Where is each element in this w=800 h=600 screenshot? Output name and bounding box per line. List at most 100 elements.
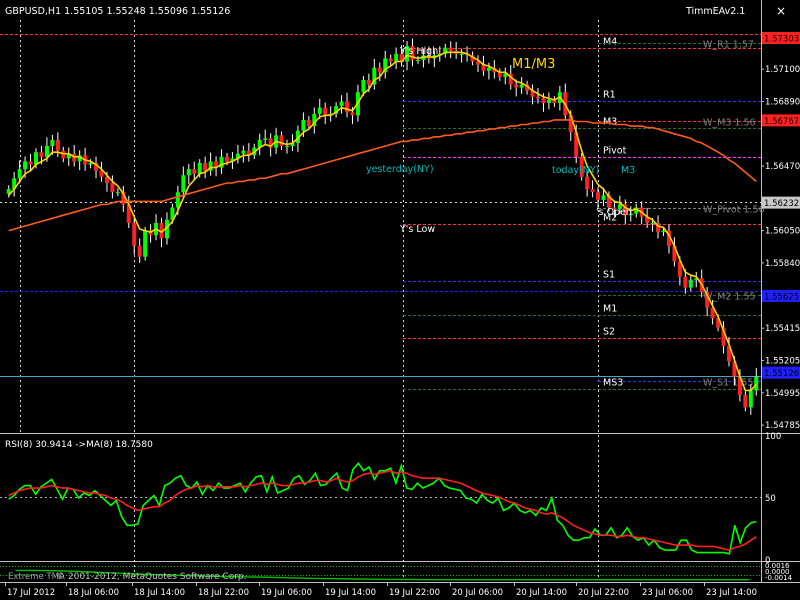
price-tick-label: 1.55415: [765, 324, 800, 334]
candle-body: [186, 169, 191, 176]
candle-body: [585, 176, 590, 190]
pivot-level-label: M1: [603, 304, 617, 315]
time-tick-label: 19 Jul 06:00: [261, 588, 312, 598]
candle-body: [241, 150, 246, 154]
candle-body: [285, 146, 290, 148]
trading-chart-window: M4 W_R1 1.57 R1 W_M3 1.56 M3 Pivot W_Pivot 1.5…: [0, 0, 800, 600]
candle-body: [514, 84, 519, 88]
rsi-tick-label: 50: [765, 494, 776, 504]
candle-body: [486, 67, 491, 71]
fast-ma-line: [8, 51, 757, 392]
time-tick-label: 18 Jul 14:00: [134, 588, 185, 598]
time-tick-label: 18 Jul 22:00: [198, 588, 249, 598]
pivot-level-label: S2: [603, 327, 615, 338]
candle-body: [323, 107, 328, 116]
pivot-level-label: W_S1 1.55: [703, 378, 753, 389]
pivot-level-label: R1: [603, 90, 616, 101]
candle-body: [192, 169, 197, 174]
candle-body: [617, 204, 622, 210]
rsi-line: [8, 462, 757, 555]
candle-body: [377, 67, 382, 73]
rsi-tick-label: 100: [765, 432, 781, 442]
candle-body: [28, 161, 33, 165]
candle-body: [197, 162, 202, 174]
price-tick-label: 1.54785: [765, 421, 800, 431]
pivot-level-label: M3: [603, 117, 617, 128]
pivot-level-label: S1: [603, 270, 615, 281]
candle-body: [388, 58, 393, 62]
pivot-level-label: W_Pivot 1.56: [703, 205, 765, 216]
candle-body: [88, 162, 93, 165]
price-tag-label: 1.57303: [764, 34, 799, 44]
candle-body: [34, 152, 39, 165]
candle-body: [596, 192, 601, 200]
candle-body: [650, 222, 655, 224]
candle-body: [44, 146, 49, 157]
pivot-level-label: W_R1 1.57: [703, 40, 754, 51]
candle-body: [345, 101, 350, 113]
candle-body: [519, 84, 524, 88]
candle-body: [203, 162, 208, 171]
candle-body: [628, 213, 633, 216]
candle-body: [688, 279, 693, 288]
candle-body: [306, 119, 311, 127]
candle-body: [350, 112, 355, 116]
candle-body: [748, 390, 753, 408]
price-tick-label: 1.56050: [765, 227, 800, 237]
candle-body: [23, 161, 28, 170]
close-icon[interactable]: ×: [776, 4, 786, 18]
price-tag-label: 1.56232: [764, 199, 799, 209]
candle-body: [279, 135, 284, 147]
price-tick-label: 1.55840: [765, 259, 800, 269]
candle-body: [61, 150, 66, 159]
candle-body: [612, 207, 617, 210]
time-tick-label: 19 Jul 22:00: [389, 588, 440, 598]
time-tick-label: 17 Jul 2012: [7, 588, 55, 598]
pivot-level-label: M2: [603, 213, 617, 224]
time-tick-label: 23 Jul 14:00: [706, 588, 757, 598]
candle-body: [394, 53, 399, 62]
candle-body: [115, 192, 120, 194]
candle-body: [263, 138, 268, 140]
candle-body: [459, 53, 464, 55]
chart-canvas[interactable]: M4 W_R1 1.57 R1 W_M3 1.56 M3 Pivot W_Pivot 1.5…: [0, 0, 800, 600]
candle-body: [754, 376, 759, 391]
candle-body: [405, 46, 410, 62]
candle-body: [683, 276, 688, 288]
candle-body: [224, 156, 229, 162]
candle-body: [448, 47, 453, 51]
candle-body: [546, 99, 551, 104]
pivot-level-label: W_M3 1.56: [703, 118, 756, 129]
candle-body: [317, 107, 322, 114]
candle-body: [366, 79, 371, 85]
time-tick-label: 20 Jul 22:00: [578, 588, 629, 598]
candle-body: [175, 192, 180, 208]
price-tick-label: 1.57100: [765, 65, 800, 75]
price-tick-label: 1.55205: [765, 357, 800, 367]
time-tick-label: 20 Jul 14:00: [516, 588, 567, 598]
pivot-level-label: M4: [603, 37, 617, 48]
pivot-level-label: Pivot: [603, 146, 627, 157]
candle-body: [17, 169, 22, 179]
candle-body: [541, 98, 546, 104]
pivot-level-label: MS3: [603, 378, 623, 389]
candle-body: [579, 156, 584, 177]
price-tag-label: 1.56767: [764, 117, 799, 127]
rsi-ma-line: [8, 469, 757, 551]
tma-tick-label: -0.0014: [765, 574, 793, 582]
time-tick-label: 18 Jul 06:00: [68, 588, 119, 598]
candle-body: [743, 395, 748, 408]
candle-body: [536, 96, 541, 99]
time-tick-label: 20 Jul 06:00: [452, 588, 503, 598]
price-tag-label: 1.55625: [764, 292, 799, 302]
candle-body: [39, 152, 44, 157]
candle-body: [361, 79, 366, 93]
candle-body: [301, 119, 306, 131]
candle-body: [132, 222, 137, 246]
candle-body: [50, 139, 55, 147]
candle-body: [110, 182, 115, 193]
candle-body: [339, 101, 344, 107]
candle-body: [590, 189, 595, 193]
price-tag-label: 1.55126: [764, 369, 799, 379]
price-tick-label: 1.54995: [765, 389, 800, 399]
